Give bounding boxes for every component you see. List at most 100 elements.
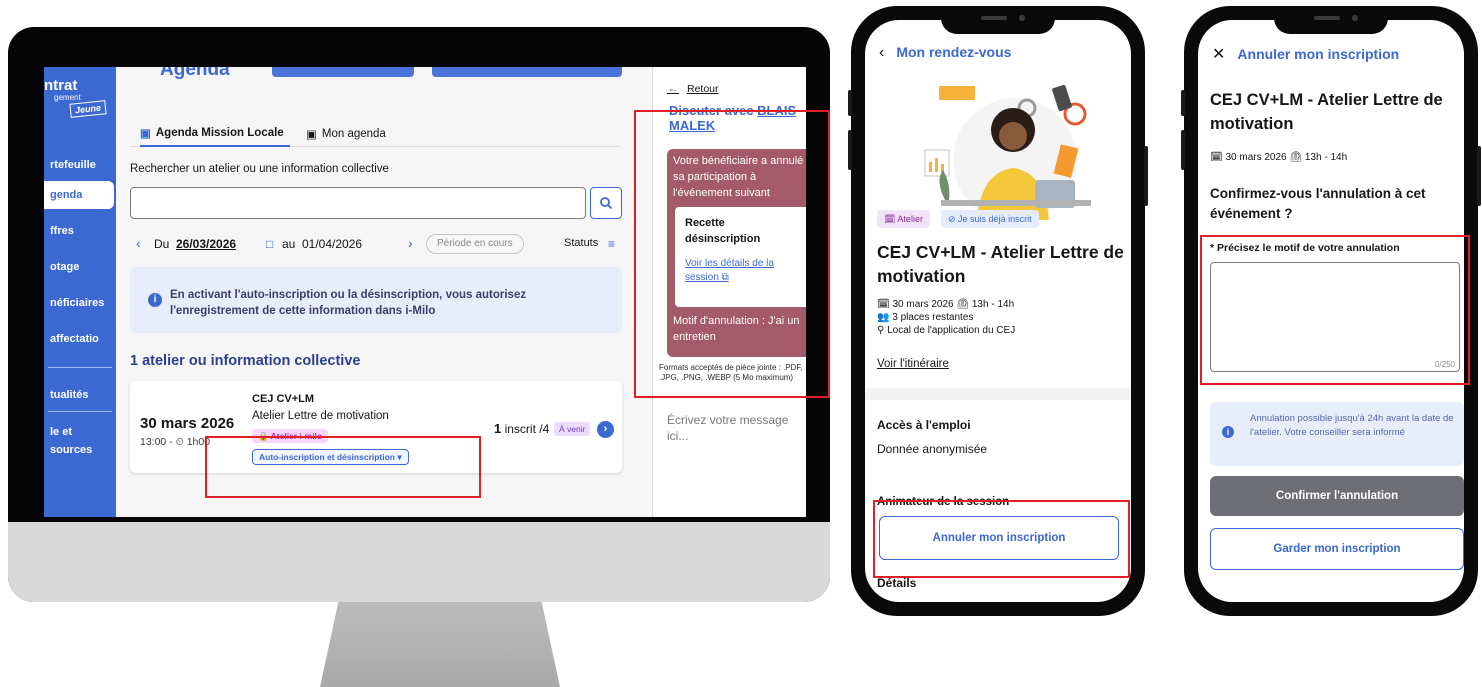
camera <box>1019 15 1025 21</box>
page-title: Agenda <box>160 67 230 80</box>
phone-side-button <box>848 90 852 116</box>
date-to-label: au <box>282 237 296 251</box>
results-count: 1 atelier ou information collective <box>130 353 361 369</box>
date-from-value[interactable]: 26/03/2026 <box>176 237 236 251</box>
highlight-reason-field <box>1200 235 1470 385</box>
calendar-icon: ▣ <box>140 128 151 140</box>
status-badge: À venir <box>554 422 591 436</box>
screen-title: Mon rendez-vous <box>896 44 1012 60</box>
logo-text: ntrat <box>44 77 78 94</box>
search-input[interactable] <box>130 187 586 219</box>
screen-title: Annuler mon inscription <box>1237 46 1400 62</box>
event-title: CEJ CV+LM - Atelier Lettre de motivation <box>1210 91 1443 133</box>
event-name: CEJ CV+LM <box>252 393 315 405</box>
tab-agenda-mission-locale[interactable]: ▣ Agenda Mission Locale <box>140 121 290 147</box>
keep-registration-button[interactable]: Garder mon inscription <box>1210 528 1464 570</box>
atelier-chip: 🗓 Atelier <box>877 210 930 228</box>
inscrit-suffix: inscrit /4 <box>501 422 550 436</box>
phone-side-button <box>1477 146 1481 206</box>
filter-icon[interactable]: ≡ <box>608 237 615 251</box>
back-label: Retour <box>687 83 719 95</box>
sidebar-item-ressources[interactable]: sources <box>44 441 116 459</box>
confirm-cancel-button[interactable]: Confirmer l'annulation <box>1210 476 1464 516</box>
event-places: 👥 3 places restantes <box>877 312 974 323</box>
calendar-icon: ▣ <box>306 129 317 141</box>
status-filter-label[interactable]: Statuts <box>564 237 598 249</box>
cancel-info-banner: i Annulation possible jusqu'à 24h avant … <box>1210 402 1464 466</box>
speaker <box>1314 16 1340 20</box>
itinerary-link[interactable]: Voir l'itinéraire <box>877 358 949 370</box>
logo-subtext: gement <box>54 93 81 102</box>
message-input[interactable]: Écrivez votre message ici... <box>659 397 806 497</box>
info-icon: i <box>148 293 162 307</box>
phone-side-button <box>1144 146 1148 206</box>
close-icon[interactable]: ✕ <box>1212 46 1225 63</box>
event-time: 13:00 - ⏲ 1h00 <box>140 436 211 448</box>
search-button[interactable] <box>590 187 622 219</box>
sidebar-item-beneficiaires[interactable]: néficiaires <box>44 289 116 317</box>
highlight-cancel-button <box>873 500 1130 578</box>
confirm-question: Confirmez-vous l'annulation à cet événem… <box>1210 186 1426 221</box>
event-title: CEJ CV+LM - Atelier Lettre de motivation <box>877 242 1124 286</box>
search-label: Rechercher un atelier ou une information… <box>130 163 389 175</box>
agenda-tabs: ▣ Agenda Mission Locale ▣ Mon agenda <box>130 121 620 147</box>
event-subtitle: Atelier Lettre de motivation <box>252 410 389 422</box>
search-icon <box>600 197 613 210</box>
logo-badge: Jeune <box>69 100 107 118</box>
monitor-chin <box>8 522 830 602</box>
previous-period-button[interactable]: ‹ <box>136 235 141 251</box>
sidebar-item-pilotage[interactable]: otage <box>44 253 116 281</box>
section-divider <box>865 388 1131 400</box>
acces-title: Accès à l'emploi <box>877 418 971 432</box>
sidebar-item-agenda[interactable]: genda <box>44 181 114 209</box>
back-link[interactable]: ← Retour <box>667 81 719 95</box>
event-date-time: 🗓 30 mars 2026 ⏲ 13h - 14h <box>1210 152 1348 163</box>
header-secondary-button[interactable] <box>432 67 622 77</box>
screen-header: ✕ Annuler mon inscription <box>1212 44 1399 64</box>
already-registered-chip: ⊘ Je suis déjà inscrit <box>941 210 1039 228</box>
arrow-left-icon: ← <box>667 81 679 95</box>
phone-side-button <box>1181 130 1185 170</box>
tab-label: Mon agenda <box>321 128 386 140</box>
sidebar-item-aide[interactable]: le et <box>44 423 116 441</box>
cancel-info-text: Annulation possible jusqu'à 24h avant la… <box>1250 413 1454 438</box>
inscrit-count: 1 inscrit /4 <box>494 421 549 436</box>
sidebar-item-actualites[interactable]: tualités <box>44 381 116 409</box>
open-event-button[interactable]: › <box>597 421 614 438</box>
date-to-value[interactable]: 01/04/2026 <box>302 237 362 251</box>
phone-side-button <box>1181 90 1185 116</box>
tab-mon-agenda[interactable]: ▣ Mon agenda <box>306 121 386 147</box>
phone-notch <box>941 6 1055 34</box>
event-location: ⚲ Local de l'application du CEJ <box>877 325 1016 336</box>
current-period-button[interactable]: Période en cours <box>426 234 524 254</box>
back-chevron-icon[interactable]: ‹ <box>879 44 884 61</box>
acces-value: Donnée anonymisée <box>877 442 988 456</box>
phone-side-button <box>848 130 852 170</box>
event-date: 30 mars 2026 <box>140 415 235 432</box>
monitor-stand <box>320 598 560 687</box>
speaker <box>981 16 1007 20</box>
date-filter: ‹ Du 26/03/2026 □ au 01/04/2026 › Périod… <box>130 234 630 257</box>
chevron-right-icon: › <box>603 423 608 435</box>
info-icon: i <box>1222 426 1234 438</box>
illustration <box>924 84 1091 220</box>
header-primary-button[interactable] <box>272 67 414 77</box>
details-title: Détails <box>877 576 917 590</box>
next-period-button[interactable]: › <box>408 235 413 251</box>
info-banner-text: En activant l'auto-inscription ou la dés… <box>170 289 527 317</box>
calendar-icon[interactable]: □ <box>266 237 273 251</box>
sidebar-divider <box>48 411 112 412</box>
event-date-time: 🗓 30 mars 2026 ⏲ 13h - 14h <box>877 299 1015 310</box>
highlight-chat <box>634 110 830 398</box>
sidebar-item-portefeuille[interactable]: rtefeuille <box>44 151 116 179</box>
sidebar-item-offres[interactable]: ffres <box>44 217 116 245</box>
sidebar-item-reaffectation[interactable]: affectatio <box>44 325 116 353</box>
event-meta: 🗓 30 mars 2026 ⏲ 13h - 14h 👥 3 places re… <box>877 298 1015 337</box>
camera <box>1352 15 1358 21</box>
date-from-label: Du <box>154 237 170 251</box>
tab-label: Agenda Mission Locale <box>155 127 284 139</box>
sidebar: ntrat gement Jeune rtefeuille genda ffre… <box>44 67 116 517</box>
sidebar-divider <box>48 367 112 368</box>
info-banner: i En activant l'auto-inscription ou la d… <box>130 267 622 333</box>
highlight-auto-inscription <box>205 436 481 498</box>
